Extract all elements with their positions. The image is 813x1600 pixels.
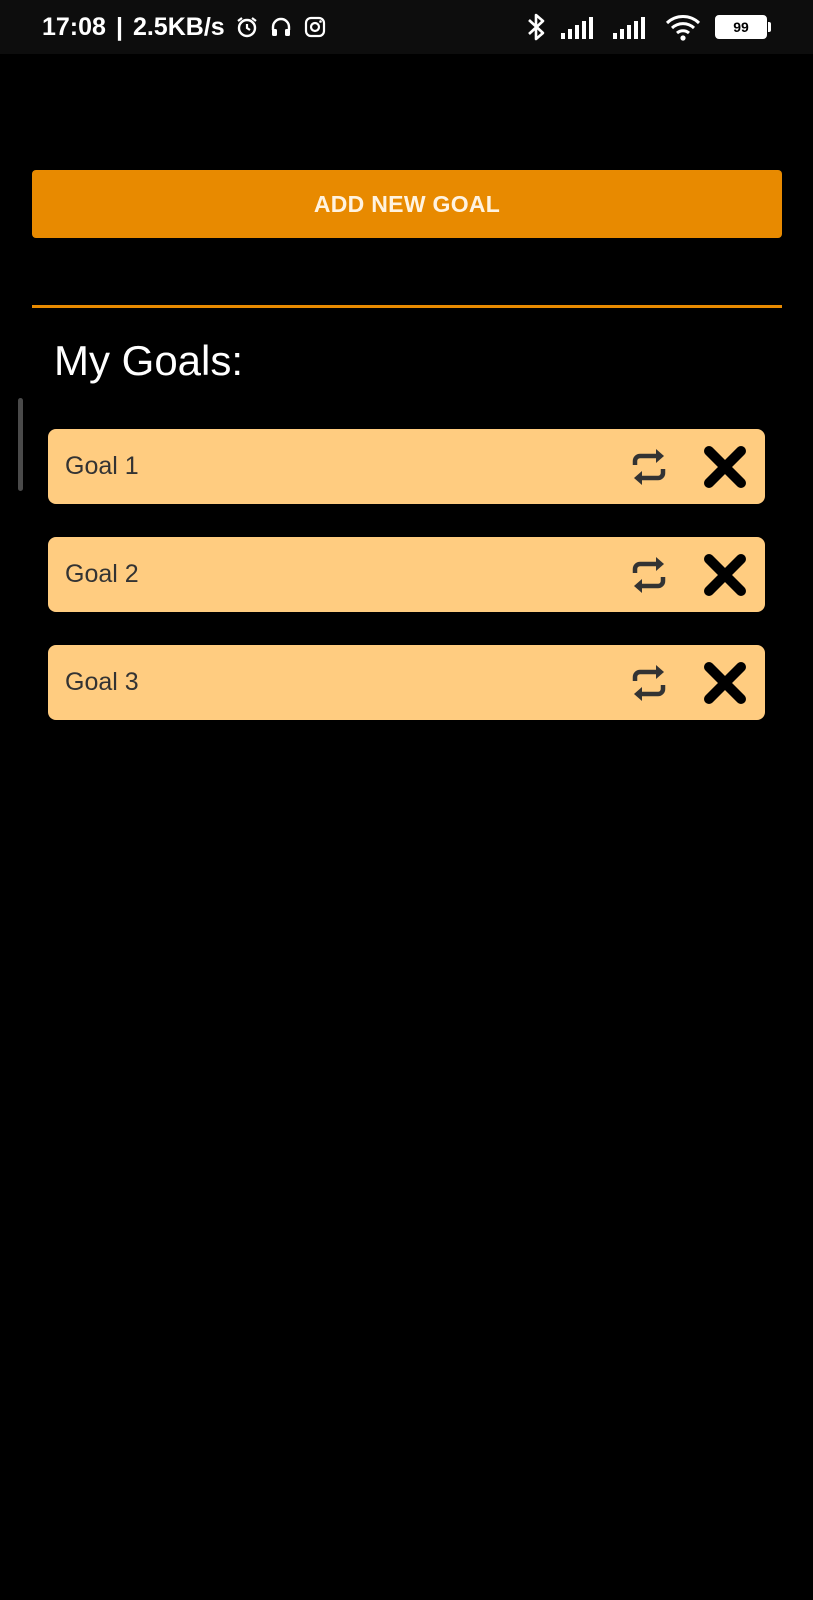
page-title: My Goals: (54, 337, 244, 384)
wifi-icon (665, 13, 701, 41)
repeat-icon[interactable] (624, 658, 674, 708)
close-icon[interactable] (699, 657, 751, 709)
headphones-icon (269, 15, 293, 39)
scrollbar[interactable] (18, 398, 23, 491)
battery-icon: 99 (715, 15, 771, 39)
status-divider: | (115, 12, 123, 41)
repeat-icon[interactable] (624, 550, 674, 600)
alarm-icon (235, 15, 259, 39)
goal-label: Goal 3 (65, 668, 139, 696)
battery-level: 99 (715, 15, 767, 39)
close-icon[interactable] (699, 549, 751, 601)
goal-item[interactable]: Goal 3 (48, 645, 765, 720)
signal-icon (561, 15, 599, 39)
status-time: 17:08 (42, 12, 106, 41)
instagram-icon (303, 15, 327, 39)
section-divider (32, 305, 782, 308)
goal-list: Goal 1 Goal 2 Goal 3 (48, 429, 765, 753)
bluetooth-icon (525, 12, 547, 42)
repeat-icon[interactable] (624, 442, 674, 492)
status-speed: 2.5KB/s (132, 12, 225, 41)
status-bar: 17:08 | 2.5KB/s 99 (0, 0, 813, 54)
close-icon[interactable] (699, 441, 751, 493)
goal-item[interactable]: Goal 1 (48, 429, 765, 504)
signal-icon (613, 15, 651, 39)
goal-label: Goal 2 (65, 560, 139, 588)
goal-label: Goal 1 (65, 452, 139, 480)
status-bar-right: 99 (525, 12, 771, 42)
goal-item[interactable]: Goal 2 (48, 537, 765, 612)
add-new-goal-button[interactable]: ADD NEW GOAL (32, 170, 782, 238)
status-bar-left: 17:08 | 2.5KB/s (42, 13, 327, 42)
battery-tip (768, 22, 771, 32)
